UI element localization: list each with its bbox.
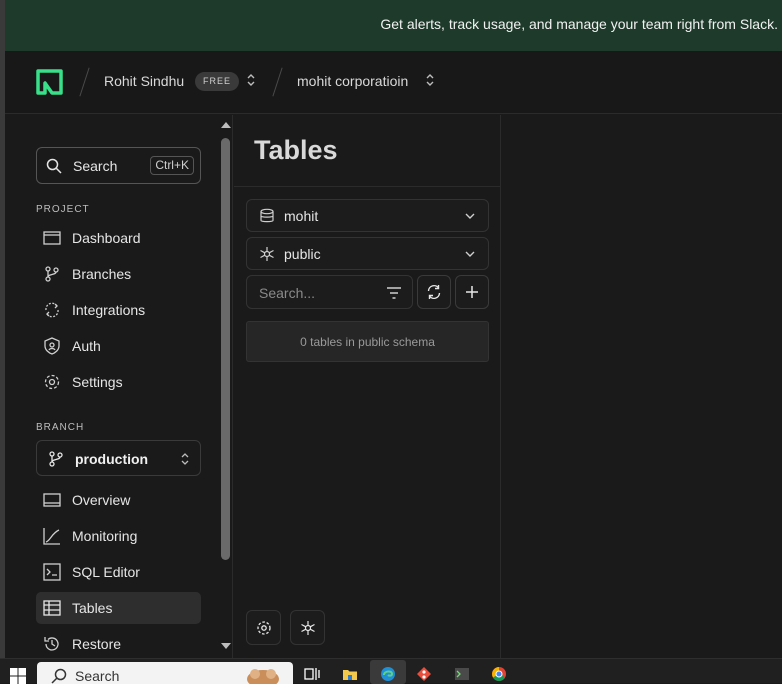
plan-badge: FREE	[195, 72, 239, 91]
search-highlight-icon	[241, 665, 285, 684]
edge-browser-icon[interactable]	[380, 666, 396, 682]
sidebar-item-integrations[interactable]: Integrations	[36, 294, 201, 326]
tables-icon	[43, 599, 61, 617]
schema-name: public	[284, 246, 321, 262]
restore-icon	[43, 635, 61, 653]
sidebar-item-label: Settings	[72, 374, 123, 390]
project-name[interactable]: mohit corporatioin	[297, 73, 408, 89]
breadcrumb-separator	[79, 68, 89, 97]
panel-settings-button[interactable]	[246, 610, 281, 645]
sidebar-scrollbar[interactable]	[218, 115, 233, 658]
sidebar-item-overview[interactable]: Overview	[36, 484, 201, 516]
file-explorer-icon[interactable]	[342, 666, 358, 682]
scrollbar-thumb[interactable]	[221, 138, 230, 560]
top-bar: Rohit Sindhu FREE mohit corporatioin	[5, 51, 782, 114]
search-placeholder: Search...	[259, 285, 315, 301]
sidebar: Search Ctrl+K PROJECT Dashboard Branches…	[5, 115, 218, 658]
divider	[234, 186, 501, 187]
table-content-area	[502, 115, 782, 658]
empty-state-message: 0 tables in public schema	[247, 335, 488, 349]
scroll-down-arrow-icon[interactable]	[221, 643, 231, 649]
chrome-browser-icon[interactable]	[491, 666, 507, 682]
branches-icon	[43, 265, 61, 283]
search-button[interactable]: Search Ctrl+K	[36, 147, 201, 184]
schema-icon	[259, 246, 275, 262]
schema-select[interactable]: public	[246, 237, 489, 270]
schema-settings-button[interactable]	[290, 610, 325, 645]
dashboard-icon	[43, 229, 61, 247]
plus-icon	[464, 284, 480, 300]
chevron-down-icon	[464, 210, 476, 222]
terminal-app-icon[interactable]	[454, 666, 470, 682]
breadcrumb-separator	[272, 68, 282, 97]
sidebar-item-settings[interactable]: Settings	[36, 366, 201, 398]
schema-icon	[300, 620, 316, 636]
sidebar-item-label: Restore	[72, 636, 121, 652]
banner-text: Get alerts, track usage, and manage your…	[380, 16, 778, 32]
database-icon	[259, 208, 275, 224]
page-title: Tables	[254, 135, 338, 166]
search-icon	[46, 158, 62, 174]
account-switcher-icon[interactable]	[246, 71, 256, 89]
database-select[interactable]: mohit	[246, 199, 489, 232]
sidebar-item-restore[interactable]: Restore	[36, 628, 201, 658]
taskbar-search-label: Search	[75, 668, 119, 684]
git-tool-icon[interactable]	[416, 666, 432, 682]
empty-state: 0 tables in public schema	[246, 321, 489, 362]
project-section-label: PROJECT	[36, 204, 90, 215]
windows-taskbar: Search	[0, 658, 782, 683]
taskbar-search-box[interactable]: Search	[37, 662, 293, 684]
branch-section-label: BRANCH	[36, 422, 84, 433]
settings-icon	[43, 373, 61, 391]
branch-selector[interactable]: production	[36, 440, 201, 476]
branch-name: production	[75, 451, 148, 467]
filter-icon[interactable]	[386, 285, 402, 301]
sidebar-item-label: Auth	[72, 338, 101, 354]
task-view-icon[interactable]	[304, 666, 320, 682]
windows-start-icon[interactable]	[10, 668, 26, 684]
sidebar-item-tables[interactable]: Tables	[36, 592, 201, 624]
refresh-icon	[426, 284, 442, 300]
project-switcher-icon[interactable]	[425, 71, 435, 89]
gear-icon	[256, 620, 272, 636]
sidebar-item-label: Overview	[72, 492, 130, 508]
scroll-up-arrow-icon[interactable]	[221, 122, 231, 128]
sidebar-item-label: Dashboard	[72, 230, 141, 246]
sidebar-item-label: SQL Editor	[72, 564, 140, 580]
chevron-down-icon	[464, 248, 476, 260]
slack-banner[interactable]: Get alerts, track usage, and manage your…	[5, 0, 782, 51]
tables-panel: Tables mohit public Search... 0 tables i…	[234, 115, 501, 658]
sidebar-item-label: Integrations	[72, 302, 145, 318]
overview-icon	[43, 491, 61, 509]
monitoring-icon	[43, 527, 61, 545]
sidebar-item-label: Monitoring	[72, 528, 137, 544]
sql-editor-icon	[43, 563, 61, 581]
search-shortcut: Ctrl+K	[150, 156, 194, 175]
database-name: mohit	[284, 208, 318, 224]
sidebar-item-label: Tables	[72, 600, 112, 616]
sidebar-item-branches[interactable]: Branches	[36, 258, 201, 290]
account-name[interactable]: Rohit Sindhu	[104, 73, 184, 89]
sidebar-item-auth[interactable]: Auth	[36, 330, 201, 362]
search-label: Search	[73, 158, 117, 174]
sidebar-item-label: Branches	[72, 266, 131, 282]
integrations-icon	[43, 301, 61, 319]
sidebar-item-sql-editor[interactable]: SQL Editor	[36, 556, 201, 588]
sidebar-item-dashboard[interactable]: Dashboard	[36, 222, 201, 254]
sidebar-item-monitoring[interactable]: Monitoring	[36, 520, 201, 552]
neon-logo-icon[interactable]	[36, 69, 63, 95]
auth-icon	[43, 337, 61, 355]
branch-icon	[47, 450, 65, 468]
chevron-updown-icon	[180, 450, 190, 468]
add-table-button[interactable]	[455, 275, 489, 309]
refresh-button[interactable]	[417, 275, 451, 309]
search-icon	[51, 668, 67, 684]
table-search-input[interactable]: Search...	[246, 275, 413, 309]
